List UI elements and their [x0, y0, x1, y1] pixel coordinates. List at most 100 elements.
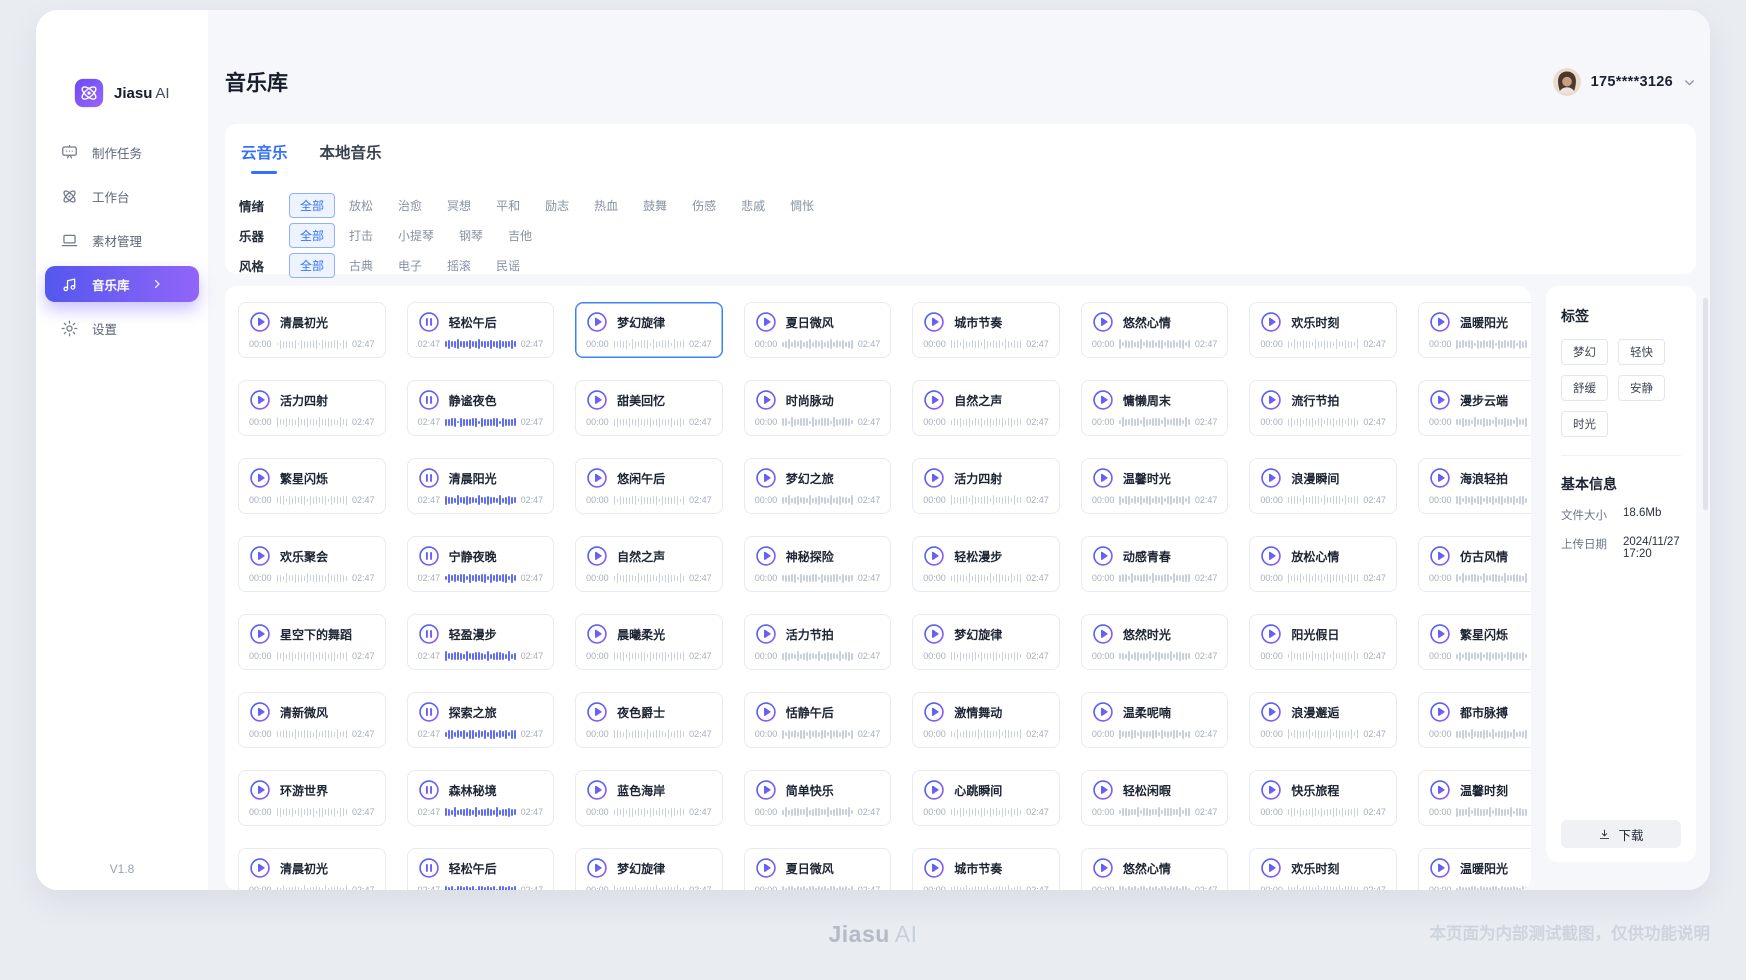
play-icon[interactable] [1092, 701, 1114, 723]
music-card[interactable]: 轻松午后 02:47 02:47 [407, 848, 555, 890]
music-card[interactable]: 温柔呢喃 00:00 02:47 [1081, 692, 1229, 748]
music-card[interactable]: 自然之声 00:00 02:47 [912, 380, 1060, 436]
sidebar-item-tasks[interactable]: 制作任务 [45, 134, 199, 170]
music-card[interactable]: 轻松午后 02:47 02:47 [407, 302, 555, 358]
pause-icon[interactable] [418, 545, 440, 567]
music-card[interactable]: 悠闲午后 00:00 02:47 [575, 458, 723, 514]
music-card[interactable]: 恬静午后 00:00 02:47 [744, 692, 892, 748]
play-icon[interactable] [1260, 857, 1282, 879]
music-card[interactable]: 城市节奏 00:00 02:47 [912, 848, 1060, 890]
sidebar-item-workbench[interactable]: 工作台 [45, 178, 199, 214]
music-card[interactable]: 蓝色海岸 00:00 02:47 [575, 770, 723, 826]
music-card[interactable]: 清晨初光 00:00 02:47 [238, 848, 386, 890]
filter-chip-0-6[interactable]: 热血 [583, 193, 629, 218]
play-icon[interactable] [755, 779, 777, 801]
music-card[interactable]: 悠然心情 00:00 02:47 [1081, 848, 1229, 890]
filter-chip-0-4[interactable]: 平和 [485, 193, 531, 218]
scrollbar-thumb[interactable] [1703, 298, 1708, 510]
play-icon[interactable] [1260, 701, 1282, 723]
play-icon[interactable] [1092, 389, 1114, 411]
play-icon[interactable] [1429, 389, 1451, 411]
music-card[interactable]: 悠然时光 00:00 02:47 [1081, 614, 1229, 670]
play-icon[interactable] [923, 545, 945, 567]
music-card[interactable]: 温馨时光 00:00 02:47 [1081, 458, 1229, 514]
music-card[interactable]: 活力四射 00:00 02:47 [238, 380, 386, 436]
filter-chip-2-0[interactable]: 全部 [289, 253, 335, 278]
play-icon[interactable] [755, 311, 777, 333]
filter-chip-0-9[interactable]: 悲戚 [730, 193, 776, 218]
music-card[interactable]: 流行节拍 00:00 02:47 [1249, 380, 1397, 436]
play-icon[interactable] [923, 857, 945, 879]
pause-icon[interactable] [418, 701, 440, 723]
filter-chip-0-7[interactable]: 鼓舞 [632, 193, 678, 218]
play-icon[interactable] [586, 779, 608, 801]
play-icon[interactable] [923, 779, 945, 801]
music-card[interactable]: 清晨阳光 02:47 02:47 [407, 458, 555, 514]
music-card[interactable]: 轻盈漫步 02:47 02:47 [407, 614, 555, 670]
play-icon[interactable] [586, 545, 608, 567]
play-icon[interactable] [1260, 779, 1282, 801]
play-icon[interactable] [1429, 779, 1451, 801]
play-icon[interactable] [1429, 467, 1451, 489]
music-card[interactable]: 城市节奏 00:00 02:47 [912, 302, 1060, 358]
music-card[interactable]: 快乐旅程 00:00 02:47 [1249, 770, 1397, 826]
play-icon[interactable] [923, 389, 945, 411]
music-card[interactable]: 动感青春 00:00 02:47 [1081, 536, 1229, 592]
play-icon[interactable] [755, 389, 777, 411]
music-card[interactable]: 活力四射 00:00 02:47 [912, 458, 1060, 514]
pause-icon[interactable] [418, 623, 440, 645]
music-card[interactable]: 放松心情 00:00 02:47 [1249, 536, 1397, 592]
play-icon[interactable] [923, 701, 945, 723]
filter-chip-2-3[interactable]: 摇滚 [436, 253, 482, 278]
music-card[interactable]: 清晨初光 00:00 02:47 [238, 302, 386, 358]
play-icon[interactable] [755, 701, 777, 723]
play-icon[interactable] [249, 311, 271, 333]
music-card[interactable]: 梦幻之旅 00:00 02:47 [744, 458, 892, 514]
play-icon[interactable] [755, 857, 777, 879]
play-icon[interactable] [1260, 545, 1282, 567]
music-card[interactable]: 心跳瞬间 00:00 02:47 [912, 770, 1060, 826]
filter-chip-0-0[interactable]: 全部 [289, 193, 335, 218]
avatar[interactable] [1553, 68, 1581, 96]
music-card[interactable]: 欢乐时刻 00:00 02:47 [1249, 848, 1397, 890]
filter-chip-1-1[interactable]: 打击 [338, 223, 384, 248]
play-icon[interactable] [1092, 623, 1114, 645]
music-card[interactable]: 浪漫瞬间 00:00 02:47 [1249, 458, 1397, 514]
music-card[interactable]: 轻松漫步 00:00 02:47 [912, 536, 1060, 592]
play-icon[interactable] [249, 623, 271, 645]
play-icon[interactable] [1092, 467, 1114, 489]
filter-chip-0-10[interactable]: 惆怅 [779, 193, 825, 218]
play-icon[interactable] [1429, 701, 1451, 723]
pause-icon[interactable] [418, 779, 440, 801]
play-icon[interactable] [923, 623, 945, 645]
play-icon[interactable] [1260, 311, 1282, 333]
filter-chip-0-3[interactable]: 冥想 [436, 193, 482, 218]
pause-icon[interactable] [418, 311, 440, 333]
music-card[interactable]: 激情舞动 00:00 02:47 [912, 692, 1060, 748]
music-card[interactable]: 梦幻旋律 00:00 02:47 [575, 302, 723, 358]
user-menu[interactable]: 175****3126 [1553, 68, 1696, 96]
music-card[interactable]: 悠然心情 00:00 02:47 [1081, 302, 1229, 358]
play-icon[interactable] [1260, 389, 1282, 411]
sidebar-item-music[interactable]: 音乐库 [45, 266, 199, 302]
music-card[interactable]: 神秘探险 00:00 02:47 [744, 536, 892, 592]
filter-chip-0-5[interactable]: 励志 [534, 193, 580, 218]
filter-chip-0-2[interactable]: 治愈 [387, 193, 433, 218]
music-card[interactable]: 繁星闪烁 00:00 02:47 [238, 458, 386, 514]
filter-chip-1-2[interactable]: 小提琴 [387, 223, 445, 248]
music-card[interactable]: 都市脉搏 00:00 02:47 [1418, 692, 1531, 748]
music-card[interactable]: 温暖阳光 00:00 02:47 [1418, 302, 1531, 358]
play-icon[interactable] [586, 623, 608, 645]
music-card[interactable]: 梦幻旋律 00:00 02:47 [912, 614, 1060, 670]
filter-chip-2-1[interactable]: 古典 [338, 253, 384, 278]
music-card[interactable]: 活力节拍 00:00 02:47 [744, 614, 892, 670]
play-icon[interactable] [1092, 311, 1114, 333]
pause-icon[interactable] [418, 389, 440, 411]
music-card[interactable]: 夏日微风 00:00 02:47 [744, 302, 892, 358]
play-icon[interactable] [586, 311, 608, 333]
pause-icon[interactable] [418, 467, 440, 489]
play-icon[interactable] [1429, 623, 1451, 645]
play-icon[interactable] [249, 545, 271, 567]
music-card[interactable]: 慵懒周末 00:00 02:47 [1081, 380, 1229, 436]
play-icon[interactable] [755, 467, 777, 489]
